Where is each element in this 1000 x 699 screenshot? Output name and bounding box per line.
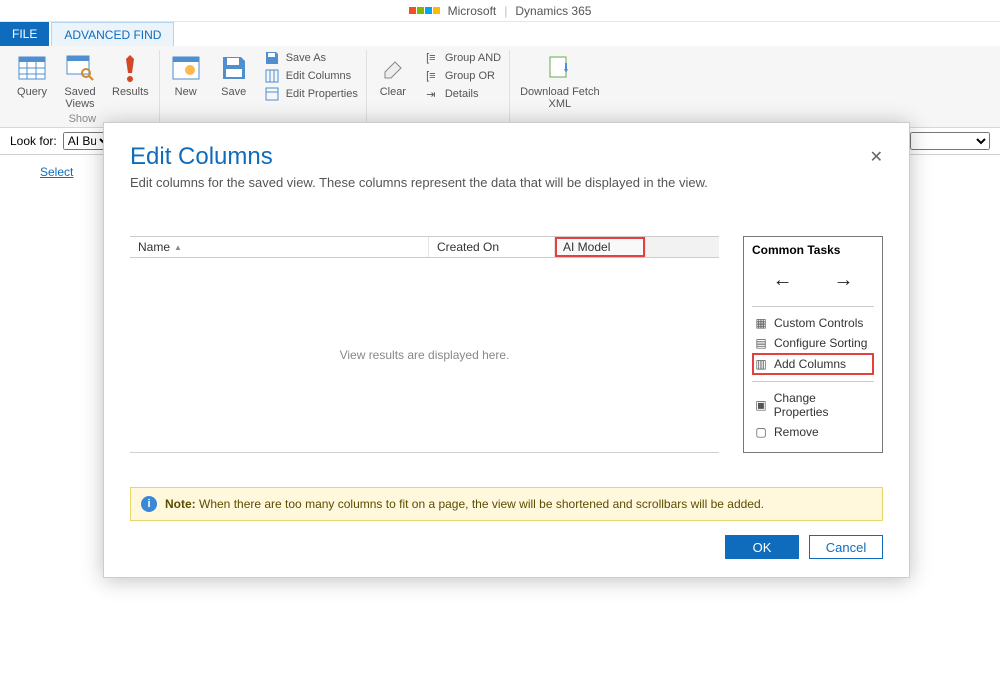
new-grid-icon [170, 52, 202, 84]
details-button[interactable]: ⇥Details [423, 86, 501, 102]
save-icon [218, 52, 250, 84]
change-properties-task[interactable]: ▣Change Properties [752, 388, 874, 422]
results-placeholder: View results are displayed here. [130, 258, 719, 453]
properties-icon [264, 86, 280, 102]
new-button[interactable]: New [168, 50, 204, 100]
common-tasks-title: Common Tasks [752, 243, 874, 257]
select-link[interactable]: Select [40, 165, 73, 179]
sort-icon: ▤ [754, 336, 768, 350]
tab-row: FILE ADVANCED FIND [0, 22, 1000, 46]
eraser-icon [377, 52, 409, 84]
column-header-created-on[interactable]: Created On [429, 237, 555, 257]
saved-views-button[interactable]: Saved Views [62, 50, 98, 112]
note-bar: i Note: When there are too many columns … [130, 487, 883, 521]
column-header-name[interactable]: Name [130, 237, 429, 257]
custom-controls-task[interactable]: ▦Custom Controls [752, 313, 874, 333]
info-icon: i [141, 496, 157, 512]
column-headers-row: Name Created On AI Model [130, 236, 719, 258]
save-button[interactable]: Save [216, 50, 252, 100]
exclaim-icon [114, 52, 146, 84]
bracket-icon: [≡ [423, 50, 439, 66]
tab-file[interactable]: FILE [0, 22, 49, 46]
grid-search-icon [64, 52, 96, 84]
dialog-title: Edit Columns [130, 143, 883, 171]
brand-left: Microsoft [448, 4, 497, 18]
edit-columns-button[interactable]: Edit Columns [264, 68, 358, 84]
edit-columns-dialog: ✕ Edit Columns Edit columns for the save… [103, 122, 910, 578]
microsoft-logo-icon [409, 7, 440, 14]
group-and-button[interactable]: [≡Group AND [423, 50, 501, 66]
columns-grid: Name Created On AI Model View results ar… [130, 236, 719, 453]
note-label: Note: [165, 497, 196, 511]
saved-view-select[interactable] [910, 132, 990, 150]
download-icon [544, 52, 576, 84]
save-as-button[interactable]: Save As [264, 50, 358, 66]
note-text: When there are too many columns to fit o… [196, 497, 764, 511]
query-button[interactable]: Query [14, 50, 50, 100]
columns-icon [264, 68, 280, 84]
bracket-icon: [≡ [423, 68, 439, 84]
arrow-right-icon: ⇥ [423, 86, 439, 102]
clear-button[interactable]: Clear [375, 50, 411, 100]
close-icon[interactable]: ✕ [870, 147, 883, 167]
edit-properties-button[interactable]: Edit Properties [264, 86, 358, 102]
move-right-button[interactable]: → [826, 267, 862, 294]
ok-button[interactable]: OK [725, 535, 799, 559]
brand-bar: Microsoft | Dynamics 365 [0, 0, 1000, 22]
controls-icon: ▦ [754, 316, 768, 330]
look-for-label: Look for: [10, 134, 57, 148]
tab-advanced-find[interactable]: ADVANCED FIND [51, 22, 174, 46]
group-or-button[interactable]: [≡Group OR [423, 68, 501, 84]
grid-icon [16, 52, 48, 84]
column-header-empty [646, 237, 719, 257]
move-left-button[interactable]: ← [765, 267, 801, 294]
configure-sorting-task[interactable]: ▤Configure Sorting [752, 333, 874, 353]
ribbon: Query Saved Views Results Show New Save [0, 46, 1000, 128]
results-button[interactable]: Results [110, 50, 151, 100]
add-columns-task[interactable]: ▥Add Columns [752, 353, 874, 375]
remove-icon: ▢ [754, 425, 768, 439]
save-as-icon [264, 50, 280, 66]
remove-task[interactable]: ▢Remove [752, 422, 874, 442]
props-icon: ▣ [754, 398, 768, 412]
brand-separator: | [504, 4, 507, 18]
dialog-subtitle: Edit columns for the saved view. These c… [130, 175, 883, 190]
cancel-button[interactable]: Cancel [809, 535, 883, 559]
column-header-ai-model[interactable]: AI Model [555, 237, 646, 257]
common-tasks-panel: Common Tasks ← → ▦Custom Controls ▤Confi… [743, 236, 883, 453]
add-column-icon: ▥ [754, 357, 768, 371]
download-fetch-xml-button[interactable]: Download Fetch XML [518, 50, 602, 112]
brand-right: Dynamics 365 [515, 4, 591, 18]
